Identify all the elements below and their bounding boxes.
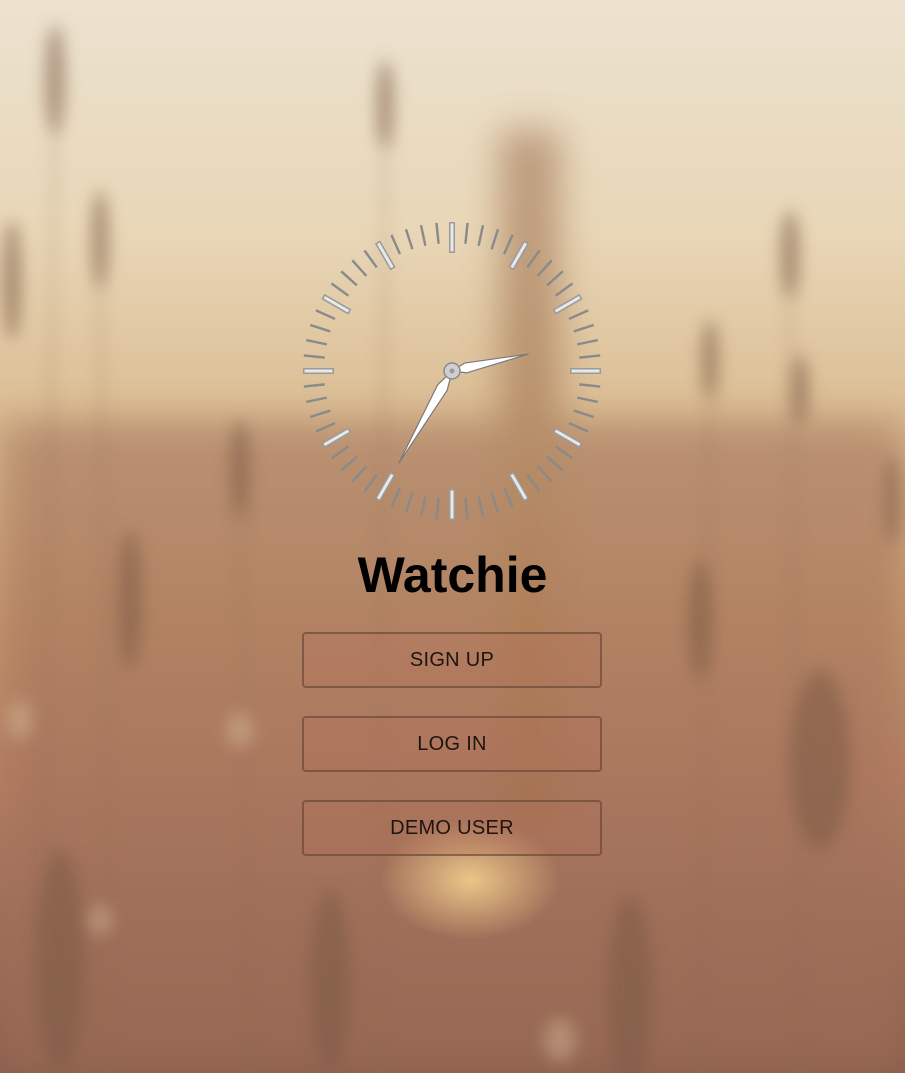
- minute-tick: [309, 323, 331, 333]
- minute-tick: [303, 354, 325, 359]
- minute-tick: [363, 249, 378, 269]
- minute-tick: [554, 282, 574, 297]
- minute-tick: [315, 421, 336, 433]
- minute-tick: [419, 495, 427, 517]
- blurred-wheat-field: [0, 25, 905, 1073]
- minute-tick: [390, 487, 402, 508]
- hour-tick-highlight: [323, 295, 350, 313]
- hour-hand: [451, 353, 529, 374]
- minute-tick: [306, 338, 328, 346]
- minute-tick: [576, 396, 598, 404]
- minute-tick: [306, 396, 328, 404]
- hour-tick-highlight: [510, 473, 528, 500]
- minute-tick: [340, 455, 358, 472]
- minute-tick: [419, 225, 427, 247]
- minute-tick: [330, 282, 350, 297]
- app-title: Watchie: [357, 547, 548, 603]
- clock-center-dot: [449, 368, 455, 374]
- background-image: [0, 0, 905, 1073]
- minute-tick: [526, 473, 541, 493]
- minute-tick: [404, 492, 414, 514]
- minute-hand: [398, 370, 453, 464]
- minute-tick: [477, 225, 485, 247]
- minute-tick: [536, 465, 553, 483]
- minute-tick: [546, 455, 564, 472]
- hour-tick-highlight: [554, 295, 581, 313]
- minute-tick: [502, 487, 514, 508]
- hour-tick-highlight: [554, 429, 581, 447]
- minute-tick: [568, 309, 589, 321]
- minute-tick: [330, 445, 350, 460]
- minute-tick: [477, 495, 485, 517]
- demo-user-button[interactable]: DEMO USER: [302, 800, 602, 856]
- hour-tick-highlight: [323, 429, 350, 447]
- minute-tick: [315, 309, 336, 321]
- minute-tick: [340, 270, 358, 287]
- minute-tick: [351, 465, 368, 483]
- minute-tick: [573, 323, 595, 333]
- analog-clock: [303, 222, 601, 520]
- minute-tick: [303, 383, 325, 388]
- minute-tick: [351, 259, 368, 277]
- minute-tick: [502, 234, 514, 255]
- clock-hands: [398, 353, 529, 464]
- minute-tick: [390, 234, 402, 255]
- minute-tick: [576, 338, 598, 346]
- minute-tick: [568, 421, 589, 433]
- minute-tick: [546, 270, 564, 287]
- minute-tick: [404, 228, 414, 250]
- hour-tick-highlight: [376, 473, 394, 500]
- minute-tick: [363, 473, 378, 493]
- minute-tick: [526, 249, 541, 269]
- hour-tick-highlight: [510, 242, 528, 269]
- minute-tick: [490, 228, 500, 250]
- minute-tick: [579, 383, 601, 388]
- minute-tick: [573, 409, 595, 419]
- minute-tick: [490, 492, 500, 514]
- minute-tick: [435, 498, 440, 520]
- minute-tick: [464, 498, 469, 520]
- minute-tick: [309, 409, 331, 419]
- minute-tick: [536, 259, 553, 277]
- minute-tick: [435, 222, 440, 244]
- minute-tick: [554, 445, 574, 460]
- minute-tick: [464, 222, 469, 244]
- hour-tick-highlight: [376, 242, 394, 269]
- log-in-button[interactable]: LOG IN: [302, 716, 602, 772]
- sign-up-button[interactable]: SIGN UP: [302, 632, 602, 688]
- minute-tick: [579, 354, 601, 359]
